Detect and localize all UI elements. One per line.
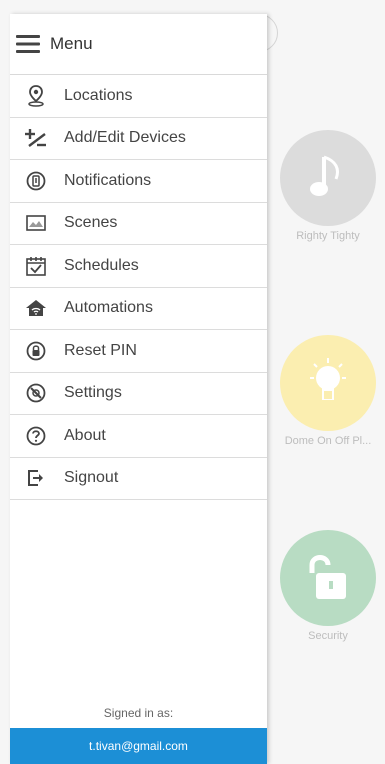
help-icon bbox=[24, 424, 48, 448]
menu-item-label: Scenes bbox=[64, 214, 118, 232]
menu-item-label: Locations bbox=[64, 86, 133, 104]
navigation-drawer: Menu Locations Add/Edit Devices Notifica… bbox=[10, 14, 267, 764]
add-edit-icon bbox=[24, 126, 48, 150]
signout-icon bbox=[24, 466, 48, 490]
menu-item-settings[interactable]: Settings bbox=[10, 373, 267, 415]
home-wifi-icon bbox=[24, 296, 48, 320]
menu-item-automations[interactable]: Automations bbox=[10, 288, 267, 330]
device-righty-tighty[interactable]: Righty Tighty bbox=[278, 130, 378, 242]
menu-item-label: Automations bbox=[64, 299, 153, 317]
menu-item-label: Add/Edit Devices bbox=[64, 129, 186, 147]
account-email: t.tivan@gmail.com bbox=[89, 739, 188, 753]
menu-item-label: Schedules bbox=[64, 256, 139, 274]
menu-item-label: Notifications bbox=[64, 171, 152, 189]
music-note-icon bbox=[280, 130, 376, 226]
device-label: Security bbox=[308, 630, 348, 642]
menu-item-signout[interactable]: Signout bbox=[10, 458, 267, 500]
menu-item-locations[interactable]: Locations bbox=[10, 75, 267, 118]
device-dome-on-off[interactable]: Dome On Off Pl... bbox=[278, 335, 378, 447]
signed-in-label: Signed in as: bbox=[103, 706, 174, 720]
menu-item-schedules[interactable]: Schedules bbox=[10, 245, 267, 288]
location-pin-icon bbox=[24, 84, 48, 108]
menu-item-label: About bbox=[64, 426, 106, 444]
device-security[interactable]: Security bbox=[278, 530, 378, 642]
menu-item-about[interactable]: About bbox=[10, 415, 267, 458]
menu-title: Menu bbox=[50, 34, 93, 53]
account-bar[interactable]: t.tivan@gmail.com bbox=[10, 728, 267, 764]
menu-item-label: Signout bbox=[64, 469, 119, 487]
device-label: Dome On Off Pl... bbox=[284, 435, 372, 447]
menu-item-notifications[interactable]: Notifications bbox=[10, 160, 267, 203]
lock-circle-icon bbox=[24, 339, 48, 363]
menu-item-reset-pin[interactable]: Reset PIN bbox=[10, 330, 267, 373]
settings-icon bbox=[24, 381, 48, 405]
menu-item-add-edit-devices[interactable]: Add/Edit Devices bbox=[10, 118, 267, 160]
device-label: Righty Tighty bbox=[296, 230, 360, 242]
unlock-icon bbox=[280, 530, 376, 626]
image-icon bbox=[24, 211, 48, 235]
menu-item-label: Reset PIN bbox=[64, 341, 137, 359]
notification-icon bbox=[24, 169, 48, 193]
menu-item-scenes[interactable]: Scenes bbox=[10, 203, 267, 245]
bulb-icon bbox=[280, 335, 376, 431]
calendar-icon bbox=[24, 254, 48, 278]
menu-item-label: Settings bbox=[64, 384, 122, 402]
menu-header[interactable]: Menu bbox=[10, 14, 267, 75]
hamburger-menu-icon[interactable] bbox=[16, 34, 40, 54]
